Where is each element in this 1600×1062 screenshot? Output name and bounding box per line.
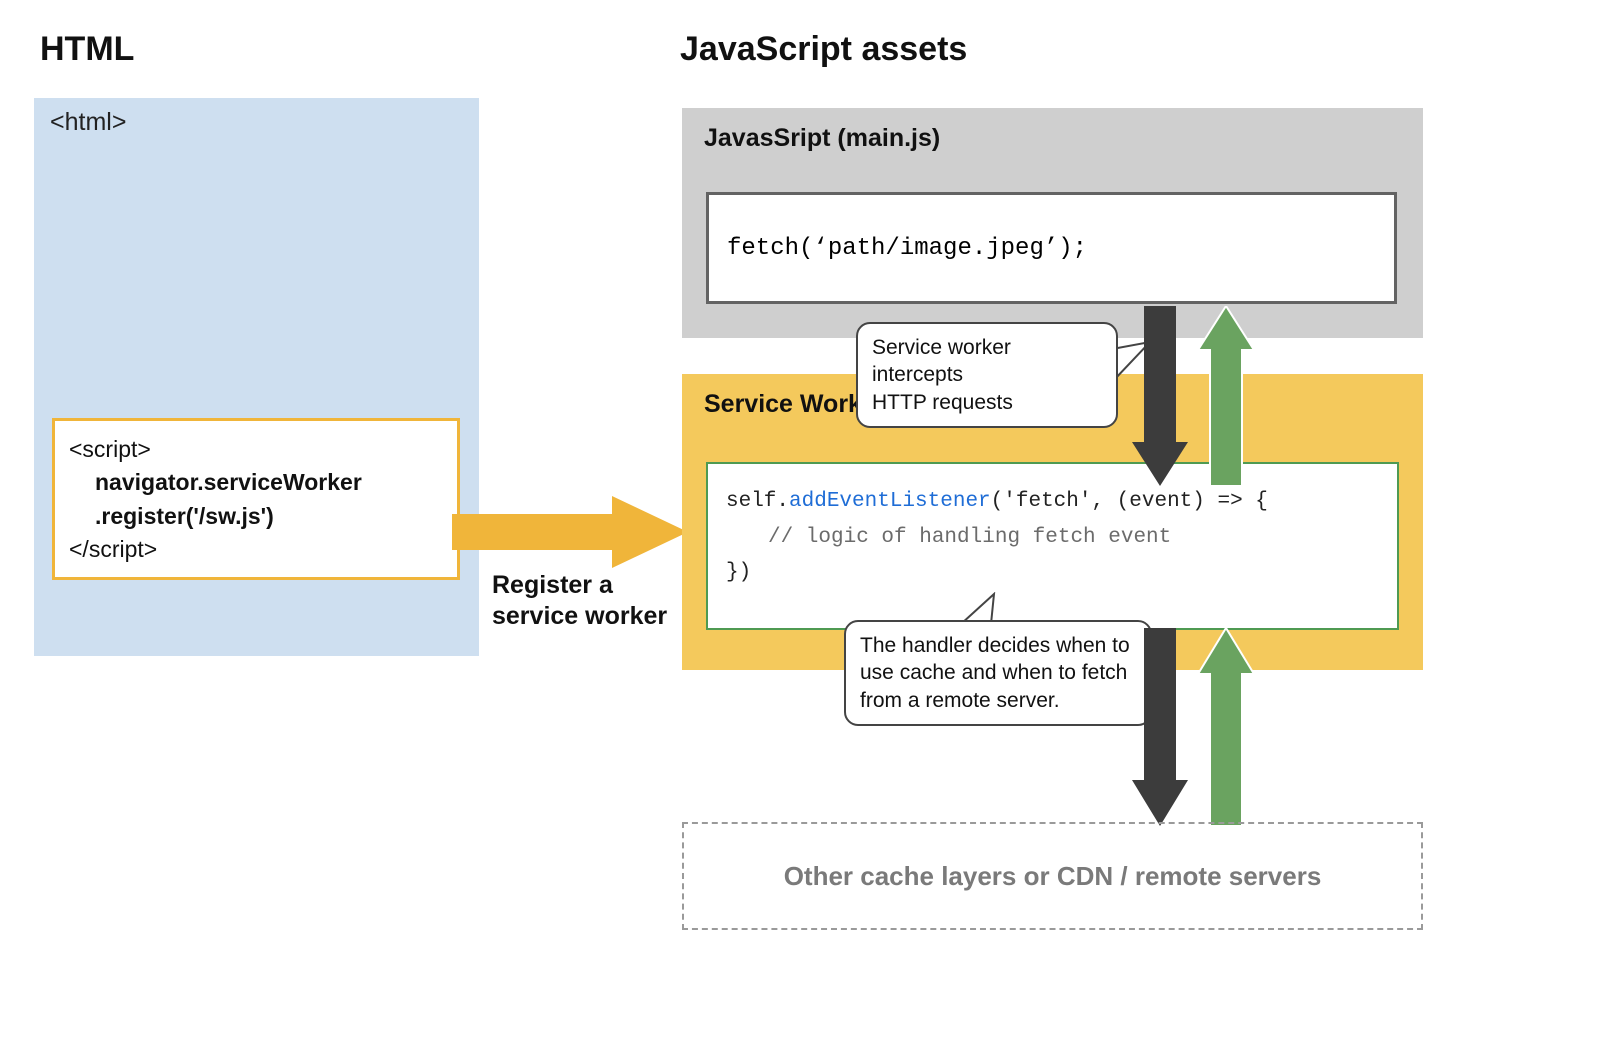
script-close-tag: </script> xyxy=(69,533,443,566)
sw-code-box: self.addEventListener('fetch', (event) =… xyxy=(706,462,1399,630)
mainjs-code-text: fetch(‘path/image.jpeg’); xyxy=(727,235,1087,262)
arrow-up-green-1-icon xyxy=(1198,306,1254,486)
bubble1-line1: Service worker intercepts xyxy=(872,336,1011,386)
arrow-down-dark-1-icon xyxy=(1132,306,1188,486)
remote-servers-label: Other cache layers or CDN / remote serve… xyxy=(784,861,1322,892)
bubble2-line3: from a remote server. xyxy=(860,689,1060,712)
html-open-tag: <html> xyxy=(50,108,126,137)
bubble-handler: The handler decides when to use cache an… xyxy=(844,620,1152,726)
register-arrow-icon xyxy=(452,492,692,572)
register-arrow-label: Register a service worker xyxy=(492,570,667,633)
js-section-title: JavaScript assets xyxy=(680,30,967,69)
html-section-title: HTML xyxy=(40,30,134,69)
diagram-stage: HTML <html> <script> navigator.serviceWo… xyxy=(34,30,1434,990)
bubble1-line2: HTTP requests xyxy=(872,391,1013,414)
sw-code-line1: self.addEventListener('fetch', (event) =… xyxy=(726,484,1379,520)
register-label-line1: Register a xyxy=(492,571,613,599)
register-label-line2: service worker xyxy=(492,602,667,630)
script-open-tag: <script> xyxy=(69,433,443,466)
mainjs-panel-label: JavasSript (main.js) xyxy=(704,124,1401,153)
mainjs-code-box: fetch(‘path/image.jpeg’); xyxy=(706,192,1397,304)
script-line-1: navigator.serviceWorker xyxy=(69,466,443,499)
sw-code-close: }) xyxy=(726,555,1379,591)
remote-servers-box: Other cache layers or CDN / remote serve… xyxy=(682,822,1423,930)
arrow-down-dark-2-icon xyxy=(1132,628,1188,826)
script-line-2: .register('/sw.js') xyxy=(69,500,443,533)
bubble2-line1: The handler decides when to xyxy=(860,634,1130,657)
script-code-box: <script> navigator.serviceWorker .regist… xyxy=(52,418,460,580)
arrow-up-green-2-icon xyxy=(1198,628,1254,826)
bubble2-line2: use cache and when to fetch xyxy=(860,661,1127,684)
bubble-intercepts: Service worker intercepts HTTP requests xyxy=(856,322,1118,428)
sw-code-comment: // logic of handling fetch event xyxy=(726,520,1379,556)
